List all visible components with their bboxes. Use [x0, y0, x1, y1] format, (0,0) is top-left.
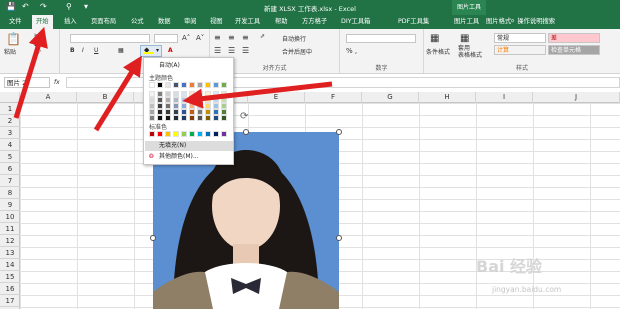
- arrow-to-blue-swatch: [182, 81, 333, 109]
- baidu-watermark-url: jingyan.baidu.com: [492, 285, 562, 294]
- arrow-to-home-tab: [13, 26, 48, 119]
- baidu-watermark: Bai 经验: [476, 257, 543, 276]
- arrow-to-fill-button: [93, 55, 142, 132]
